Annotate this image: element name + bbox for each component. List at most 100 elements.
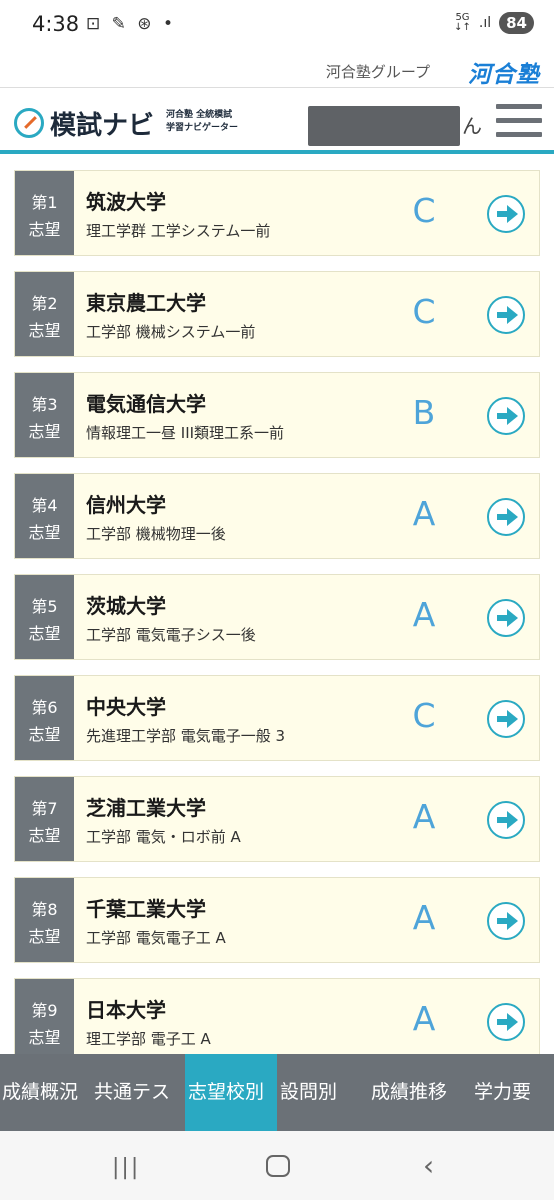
judgement-grade: A — [412, 494, 436, 533]
status-icons: 5G ↓↑ .ıl 84 — [454, 12, 534, 34]
choice-rank-label: 志望 — [28, 624, 61, 643]
home-icon[interactable] — [266, 1155, 290, 1177]
notification-icons: ⊡ ✎ ⊛ • — [86, 14, 176, 34]
choice-card[interactable]: 第2 志望 東京農工大学工学部 機械システム一前 C — [14, 271, 540, 357]
choice-rank: 第1 志望 — [15, 171, 74, 255]
department-name: 先進理工学部 電気電子一般 3 — [86, 727, 286, 745]
choice-card[interactable]: 第5 志望 茨城大学 工学部 電気電子シス一後 A — [14, 574, 540, 660]
choice-list: 第1 志望 筑波大学 理工学群 工学システム一前 C 第2 志望 東京農工大学 工学部 機械シス… — [14, 170, 540, 1079]
choice-rank-number: 第8 — [31, 900, 58, 919]
choice-rank: 第3 志望 — [15, 373, 74, 457]
kawaijuku-logo[interactable]: 河合塾 — [468, 55, 540, 89]
judgement-grade: B — [412, 393, 436, 432]
network-arrows-icon: ↓↑ — [454, 22, 471, 33]
choice-rank: 第2 志望 — [15, 272, 74, 356]
choice-rank-number: 第6 — [31, 698, 58, 717]
choice-rank-number: 第4 — [31, 496, 58, 515]
user-name-redacted — [308, 106, 460, 146]
university-name: 筑波大学 — [86, 190, 166, 214]
choice-rank-number: 第9 — [31, 1001, 58, 1020]
arrow-right-icon[interactable] — [487, 902, 525, 940]
university-name: 電気通信大学 — [86, 392, 206, 416]
university-name: 日本大学 — [86, 998, 166, 1022]
choice-card[interactable]: 第3 志望 電気通信大学情報理工一昼 III類理工系一前 B — [14, 372, 540, 458]
choice-rank: 第7 志望 — [15, 777, 74, 861]
status-time: 4:38 — [32, 12, 80, 36]
choice-rank-label: 志望 — [28, 1028, 61, 1047]
arrow-right-icon[interactable] — [487, 1003, 525, 1041]
group-label: 河合塾グループ — [325, 63, 430, 81]
arrow-right-icon[interactable] — [487, 498, 525, 536]
user-name-suffix: ん — [462, 114, 482, 138]
choice-rank-number: 第3 — [31, 395, 58, 414]
choice-rank: 第6 志望 — [15, 676, 74, 760]
tab-5[interactable]: 成績推移 — [369, 1054, 462, 1131]
university-name: 信州大学 — [86, 493, 166, 517]
choice-rank-number: 第5 — [31, 597, 58, 616]
recent-apps-icon[interactable]: ||| — [112, 1155, 140, 1180]
tab-3[interactable]: 志望校別 — [185, 1054, 277, 1131]
app-title[interactable]: 模試ナビ — [50, 105, 154, 142]
arrow-right-icon[interactable] — [487, 397, 525, 435]
university-name: 千葉工業大学 — [86, 897, 206, 921]
arrow-right-icon[interactable] — [487, 801, 525, 839]
judgement-grade: C — [412, 191, 436, 230]
choice-rank-label: 志望 — [28, 523, 61, 542]
choice-rank-label: 志望 — [28, 321, 61, 340]
department-name: 情報理工一昼 III類理工系一前 — [86, 424, 285, 442]
app-subtitle-line1: 河合塾 全統模試 — [166, 110, 233, 120]
system-nav-bar: ||| ‹ — [0, 1131, 554, 1200]
university-name: 東京農工大学 — [86, 291, 206, 315]
choice-rank: 第8 志望 — [15, 878, 74, 962]
choice-card[interactable]: 第8 志望 千葉工業大学工学部 電気電子工 A A — [14, 877, 540, 963]
hamburger-menu-icon[interactable] — [496, 104, 542, 144]
department-name: 工学部 電気電子工 A — [86, 929, 226, 947]
back-icon[interactable]: ‹ — [423, 1149, 434, 1182]
choice-rank: 第5 志望 — [15, 575, 74, 659]
tab-1[interactable]: 成績概況 — [0, 1054, 92, 1131]
university-name: 中央大学 — [86, 695, 166, 719]
tab-4[interactable]: 設問別 — [277, 1054, 369, 1131]
choice-rank: 第9 志望 — [15, 979, 74, 1063]
university-name: 芝浦工業大学 — [86, 796, 206, 820]
signal-icon: .ıl — [478, 15, 492, 31]
choice-rank-label: 志望 — [28, 422, 61, 441]
department-name: 工学部 電気・ロボ前 A — [86, 828, 241, 846]
department-name: 工学部 機械システム一前 — [86, 323, 256, 341]
choice-rank-label: 志望 — [28, 725, 61, 744]
bottom-tab-bar: 成績概況 共通テス 志望校別 設問別 成績推移 学力要 — [0, 1054, 554, 1131]
tab-2[interactable]: 共通テス — [92, 1054, 185, 1131]
app-subtitle: 河合塾 全統模試 学習ナビゲーター — [166, 109, 238, 135]
network-icon: 5G ↓↑ — [454, 13, 471, 33]
choice-card[interactable]: 第9 志望 日本大学理工学部 電子工 A A — [14, 978, 540, 1064]
judgement-grade: C — [412, 696, 436, 735]
choice-card[interactable]: 第4 志望 信州大学工学部 機械物理一後 A — [14, 473, 540, 559]
status-bar: 4:38 ⊡ ✎ ⊛ • 5G ↓↑ .ıl 84 — [0, 0, 554, 52]
choice-card[interactable]: 第1 志望 筑波大学理工学群 工学システム一前 C — [14, 170, 540, 256]
group-bar: 河合塾グループ 河合塾 — [0, 52, 554, 88]
arrow-right-icon[interactable] — [487, 296, 525, 334]
department-name: 工学部 機械物理一後 — [86, 525, 226, 543]
department-name: 理工学部 電子工 A — [86, 1030, 211, 1048]
arrow-right-icon[interactable] — [487, 700, 525, 738]
choice-rank-label: 志望 — [28, 826, 61, 845]
choice-rank-number: 第2 — [31, 294, 58, 313]
choice-card[interactable]: 第6 志望 中央大学先進理工学部 電気電子一般 3 C — [14, 675, 540, 761]
judgement-grade: A — [412, 595, 436, 634]
judgement-grade: A — [412, 999, 436, 1038]
choice-rank-label: 志望 — [28, 220, 61, 239]
choice-rank: 第4 志望 — [15, 474, 74, 558]
arrow-right-icon[interactable] — [487, 195, 525, 233]
choice-rank-number: 第7 — [31, 799, 58, 818]
arrow-right-icon[interactable] — [487, 599, 525, 637]
university-name: 茨城大学 — [86, 594, 166, 618]
department-name: 理工学群 工学システム一前 — [86, 222, 271, 240]
choice-rank-number: 第1 — [31, 193, 58, 212]
judgement-grade: A — [412, 898, 436, 937]
judgement-grade: C — [412, 292, 436, 331]
tab-6[interactable]: 学力要 — [462, 1054, 554, 1131]
choice-card[interactable]: 第7 志望 芝浦工業大学 工学部 電気・ロボ前 A A — [14, 776, 540, 862]
app-header: 模試ナビ 河合塾 全統模試 学習ナビゲーター ん — [0, 88, 554, 154]
app-subtitle-line2: 学習ナビゲーター — [166, 123, 239, 133]
battery-icon: 84 — [499, 12, 534, 34]
